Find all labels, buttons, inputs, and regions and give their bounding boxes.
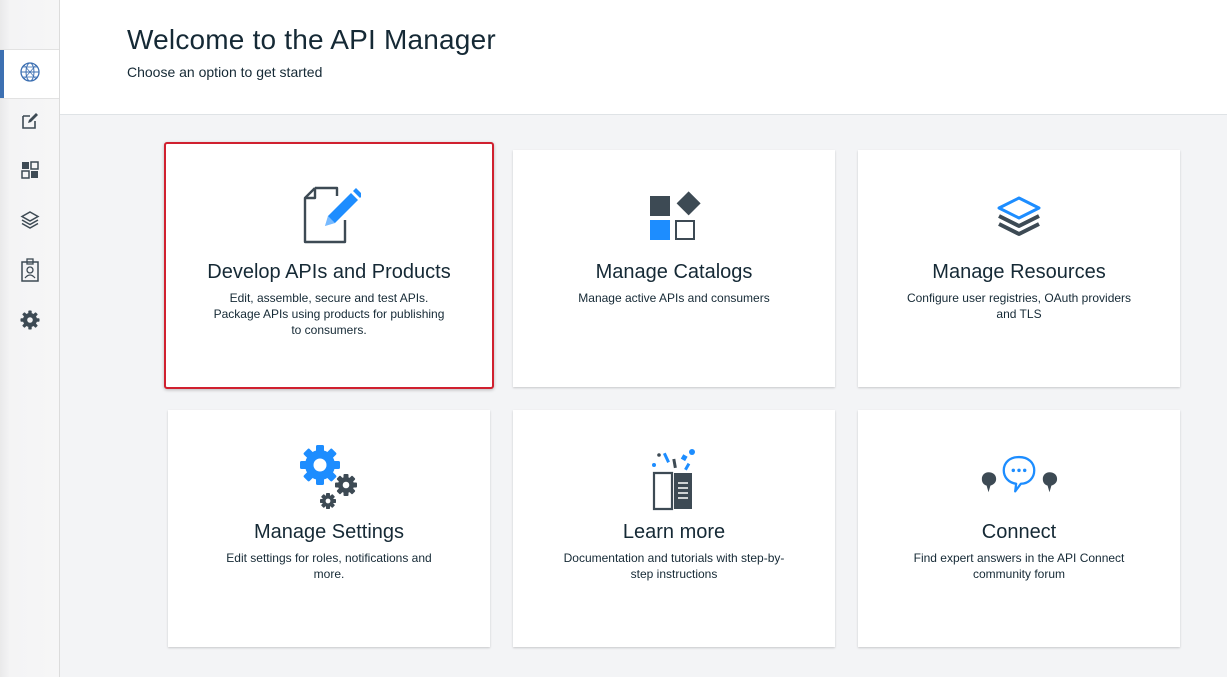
tile-title: Manage Settings xyxy=(253,521,405,543)
tile-develop-apis[interactable]: Develop APIs and Products Edit, assemble… xyxy=(164,142,494,389)
tile-connect[interactable]: Connect Find expert answers in the API C… xyxy=(858,410,1180,647)
gears-icon xyxy=(289,438,369,518)
tile-title: Manage Catalogs xyxy=(595,261,753,283)
tile-description: Documentation and tutorials with step-by… xyxy=(563,551,785,581)
tile-title: Manage Resources xyxy=(932,261,1106,283)
tile-manage-catalogs[interactable]: Manage Catalogs Manage active APIs and c… xyxy=(513,150,835,387)
globe-icon xyxy=(19,61,41,88)
id-badge-icon xyxy=(20,257,40,287)
edit-document-icon xyxy=(20,111,40,136)
layers-icon xyxy=(19,210,40,235)
sidebar-item-dashboard[interactable] xyxy=(0,49,59,99)
tile-manage-settings[interactable]: Manage Settings Edit settings for roles,… xyxy=(168,410,490,647)
document-pencil-icon xyxy=(289,174,369,254)
tile-description: Find expert answers in the API Connect c… xyxy=(913,551,1125,581)
sidebar-nav xyxy=(0,0,60,677)
sidebar-item-members[interactable] xyxy=(0,248,59,296)
gear-icon xyxy=(20,310,40,335)
catalog-blocks-icon xyxy=(634,178,714,258)
sidebar-item-catalogs[interactable] xyxy=(0,148,59,196)
tiles-area: Develop APIs and Products Edit, assemble… xyxy=(60,115,1227,677)
tile-title: Learn more xyxy=(622,521,726,543)
chat-bubbles-icon xyxy=(979,438,1059,518)
tile-title: Develop APIs and Products xyxy=(207,261,451,283)
sidebar-item-resources[interactable] xyxy=(0,198,59,246)
catalog-icon xyxy=(20,160,40,185)
layers-stack-icon xyxy=(979,178,1059,258)
sidebar-item-settings[interactable] xyxy=(0,298,59,346)
tile-learn-more[interactable]: Learn more Documentation and tutorials w… xyxy=(513,410,835,647)
open-book-icon xyxy=(634,438,714,518)
page-title: Welcome to the API Manager xyxy=(127,24,496,55)
tile-title: Connect xyxy=(981,521,1057,543)
sidebar-item-develop[interactable] xyxy=(0,99,59,147)
tile-description: Manage active APIs and consumers xyxy=(578,291,770,305)
tile-description: Configure user registries, OAuth provide… xyxy=(906,291,1132,321)
page-subtitle: Choose an option to get started xyxy=(127,64,323,80)
tile-description: Edit settings for roles, notifications a… xyxy=(226,551,432,581)
tile-description: Edit, assemble, secure and test APIs. Pa… xyxy=(213,291,445,337)
page-header: Welcome to the API Manager Choose an opt… xyxy=(60,0,1227,115)
tile-manage-resources[interactable]: Manage Resources Configure user registri… xyxy=(858,150,1180,387)
